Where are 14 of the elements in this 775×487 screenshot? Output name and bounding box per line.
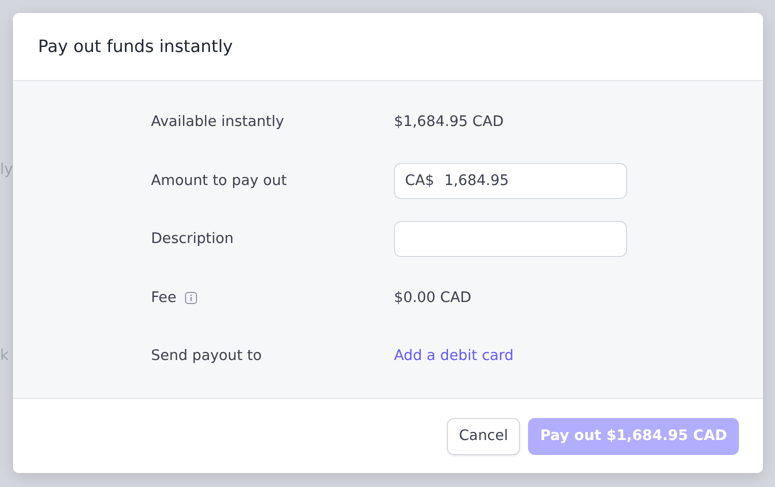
currency-prefix: CA$ (405, 172, 434, 189)
cancel-button[interactable]: Cancel (446, 418, 520, 454)
input-field[interactable]: CA$ 1,684.95 (394, 162, 627, 199)
field-value: $0.00 CAD (394, 290, 472, 306)
input-field[interactable] (394, 221, 627, 258)
field-label: Description (151, 231, 234, 248)
add-card-link[interactable]: Add a debit card (394, 348, 514, 364)
field-label: Send payout to (151, 348, 262, 364)
dialog-title: Pay out funds instantly (38, 36, 233, 56)
field-label: Amount to pay out (151, 172, 287, 189)
field-label: Fee (151, 290, 176, 306)
field-label: Available instantly (151, 114, 284, 130)
info-icon[interactable] (185, 292, 198, 304)
field-value: $1,684.95 CAD (394, 114, 504, 130)
